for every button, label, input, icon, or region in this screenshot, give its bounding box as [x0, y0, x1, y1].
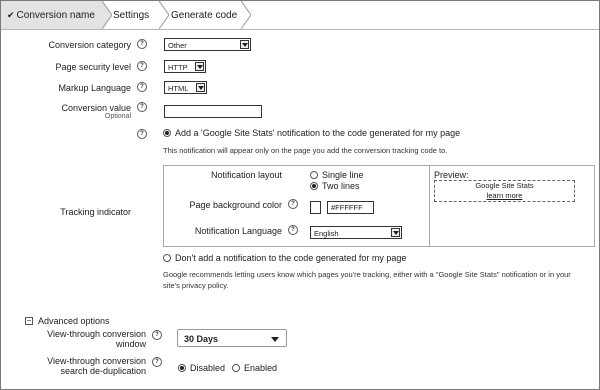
bg-color-label: Page background color	[189, 200, 282, 210]
help-icon[interactable]: ?	[137, 82, 147, 92]
dropdown-arrow-icon	[196, 83, 205, 92]
chevron-separator-icon	[102, 1, 112, 29]
category-label: Conversion category	[48, 40, 131, 50]
dedup-label-line1: View-through conversion	[47, 356, 146, 366]
dropdown-arrow-icon	[391, 228, 400, 237]
category-value: Other	[168, 41, 187, 50]
dedup-disabled-label: Disabled	[190, 363, 226, 373]
dropdown-arrow-icon	[240, 40, 249, 49]
step-label: Conversion name	[16, 10, 95, 21]
add-notification-note: This notification will appear only on th…	[163, 146, 448, 155]
wizard-steps: ✔ Conversion name Settings Generate code	[1, 1, 599, 30]
language-value: English	[314, 229, 339, 238]
markup-value: HTML	[168, 84, 189, 93]
single-line-radio[interactable]	[310, 171, 318, 179]
collapse-toggle-icon[interactable]: −	[25, 317, 33, 325]
conversion-value-input[interactable]	[164, 105, 262, 118]
bg-color-input[interactable]: #FFFFFF	[327, 201, 374, 214]
conversion-settings-panel: ✔ Conversion name Settings Generate code …	[0, 0, 600, 390]
markup-label: Markup Language	[58, 83, 131, 93]
view-through-window-label: View-through conversion window	[11, 329, 146, 349]
chevron-separator-icon	[159, 1, 169, 29]
step-label: Generate code	[171, 10, 238, 21]
value-optional-note: Optional	[104, 113, 131, 120]
color-swatch[interactable]	[310, 201, 321, 214]
step-label: Settings	[113, 10, 150, 21]
dedup-enabled-radio[interactable]	[232, 364, 240, 372]
help-icon[interactable]: ?	[137, 39, 147, 49]
checkmark-icon: ✔	[7, 10, 15, 20]
two-lines-label: Two lines	[322, 181, 360, 191]
help-icon[interactable]: ?	[288, 199, 298, 209]
security-label: Page security level	[55, 62, 131, 72]
layout-label: Notification layout	[210, 170, 282, 180]
help-icon[interactable]: ?	[288, 225, 298, 235]
recommendation-text-line2: site's privacy policy.	[163, 281, 229, 290]
value-label: Conversion value	[61, 103, 131, 113]
preview-learn-more-link[interactable]: learn more	[435, 191, 574, 201]
view-through-window-value: 30 Days	[184, 334, 219, 344]
dedup-label: View-through conversion search de-duplic…	[11, 356, 146, 376]
language-select[interactable]: English	[310, 226, 402, 239]
preview-badge: Google Site Stats learn more	[434, 180, 575, 202]
step-settings[interactable]: Settings	[113, 1, 163, 29]
single-line-label: Single line	[322, 170, 364, 180]
dont-add-notification-label: Don't add a notification to the code gen…	[175, 253, 407, 263]
security-value: HTTP	[168, 63, 188, 72]
view-through-window-line2: window	[115, 339, 146, 349]
language-label: Notification Language	[194, 226, 282, 236]
recommendation-text-line1: Google recommends letting users know whi…	[163, 270, 571, 279]
help-icon[interactable]: ?	[137, 129, 147, 139]
tracking-indicator-label: Tracking indicator	[60, 207, 131, 217]
security-select[interactable]: HTTP	[164, 60, 206, 73]
help-icon[interactable]: ?	[152, 357, 162, 367]
help-icon[interactable]: ?	[152, 330, 162, 340]
dropdown-arrow-icon	[271, 337, 279, 342]
dedup-label-line2: search de-duplication	[60, 366, 146, 376]
add-notification-label: Add a 'Google Site Stats' notification t…	[175, 128, 461, 138]
help-icon[interactable]: ?	[137, 102, 147, 112]
add-notification-radio[interactable]	[163, 129, 171, 137]
dedup-enabled-label: Enabled	[244, 363, 278, 373]
chevron-separator-icon	[241, 1, 251, 29]
category-select[interactable]: Other	[164, 38, 251, 51]
dedup-disabled-radio[interactable]	[178, 364, 186, 372]
preview-title: Google Site Stats	[475, 181, 534, 190]
step-generate-code[interactable]: Generate code	[171, 1, 241, 29]
help-icon[interactable]: ?	[137, 61, 147, 71]
view-through-window-select[interactable]: 30 Days	[177, 329, 287, 347]
dont-add-notification-radio[interactable]	[163, 254, 171, 262]
advanced-options-label: Advanced options	[38, 316, 110, 326]
two-lines-radio[interactable]	[310, 182, 318, 190]
preview-label: Preview:	[434, 170, 469, 180]
markup-select[interactable]: HTML	[164, 81, 207, 94]
step-conversion-name[interactable]: ✔ Conversion name	[1, 1, 103, 29]
dropdown-arrow-icon	[195, 62, 204, 71]
view-through-window-line1: View-through conversion	[47, 329, 146, 339]
